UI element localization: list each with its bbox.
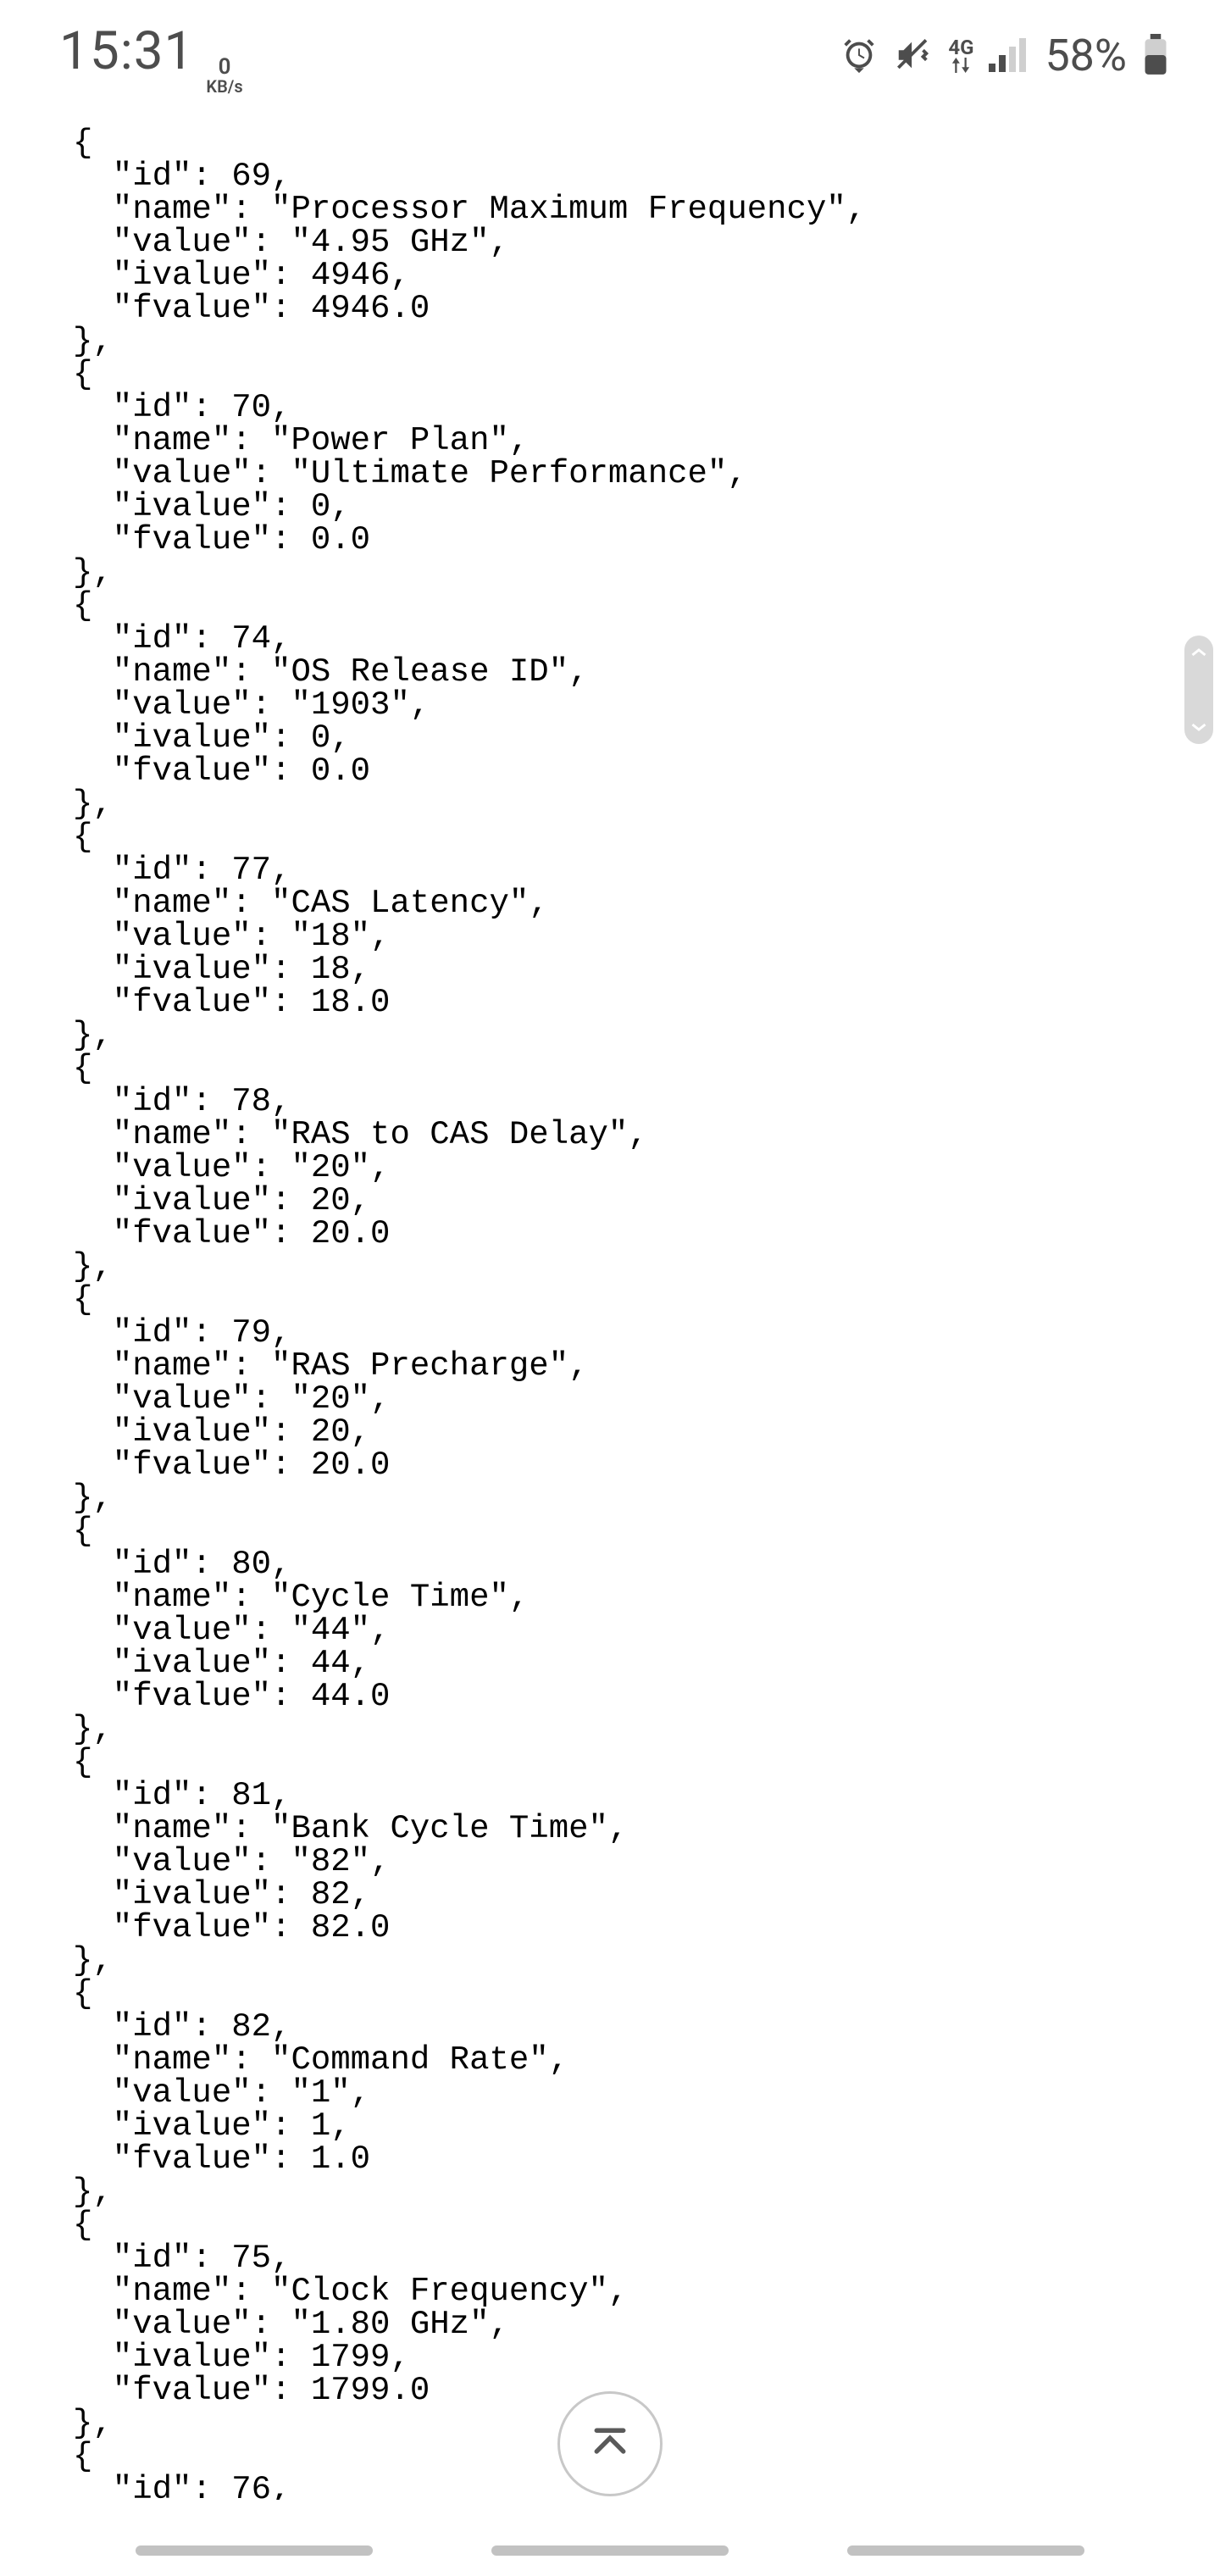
status-bar[interactable]: 15:31 0 KB/s 4G	[0, 0, 1220, 110]
netspeed-value: 0	[219, 56, 231, 78]
alarm-icon	[840, 36, 879, 75]
scroll-top-button[interactable]	[557, 2391, 663, 2496]
network-type-label: 4G	[948, 37, 973, 58]
mute-vibrate-icon	[894, 36, 933, 75]
nav-recents[interactable]	[136, 2545, 373, 2556]
gesture-nav	[0, 2545, 1220, 2556]
json-text: { "id": 69, "name": "Processor Maximum F…	[73, 127, 1186, 2500]
network-type-icon: 4G	[948, 37, 973, 73]
battery-icon	[1142, 34, 1169, 76]
battery-percent: 58%	[1045, 30, 1127, 81]
chevron-up-icon	[1191, 647, 1206, 658]
nav-back[interactable]	[847, 2545, 1084, 2556]
status-right: 4G 58%	[840, 30, 1169, 81]
status-time: 15:31	[59, 20, 194, 82]
status-netspeed: 0 KB/s	[206, 56, 242, 95]
signal-icon	[989, 38, 1029, 72]
scroll-indicator[interactable]	[1184, 636, 1213, 744]
scroll-top-icon	[587, 2421, 633, 2467]
status-left: 15:31 0 KB/s	[59, 20, 243, 90]
netspeed-unit: KB/s	[206, 78, 242, 95]
nav-home[interactable]	[491, 2545, 729, 2556]
chevron-down-icon	[1191, 722, 1206, 732]
content-area[interactable]: { "id": 69, "name": "Processor Maximum F…	[73, 127, 1186, 2500]
